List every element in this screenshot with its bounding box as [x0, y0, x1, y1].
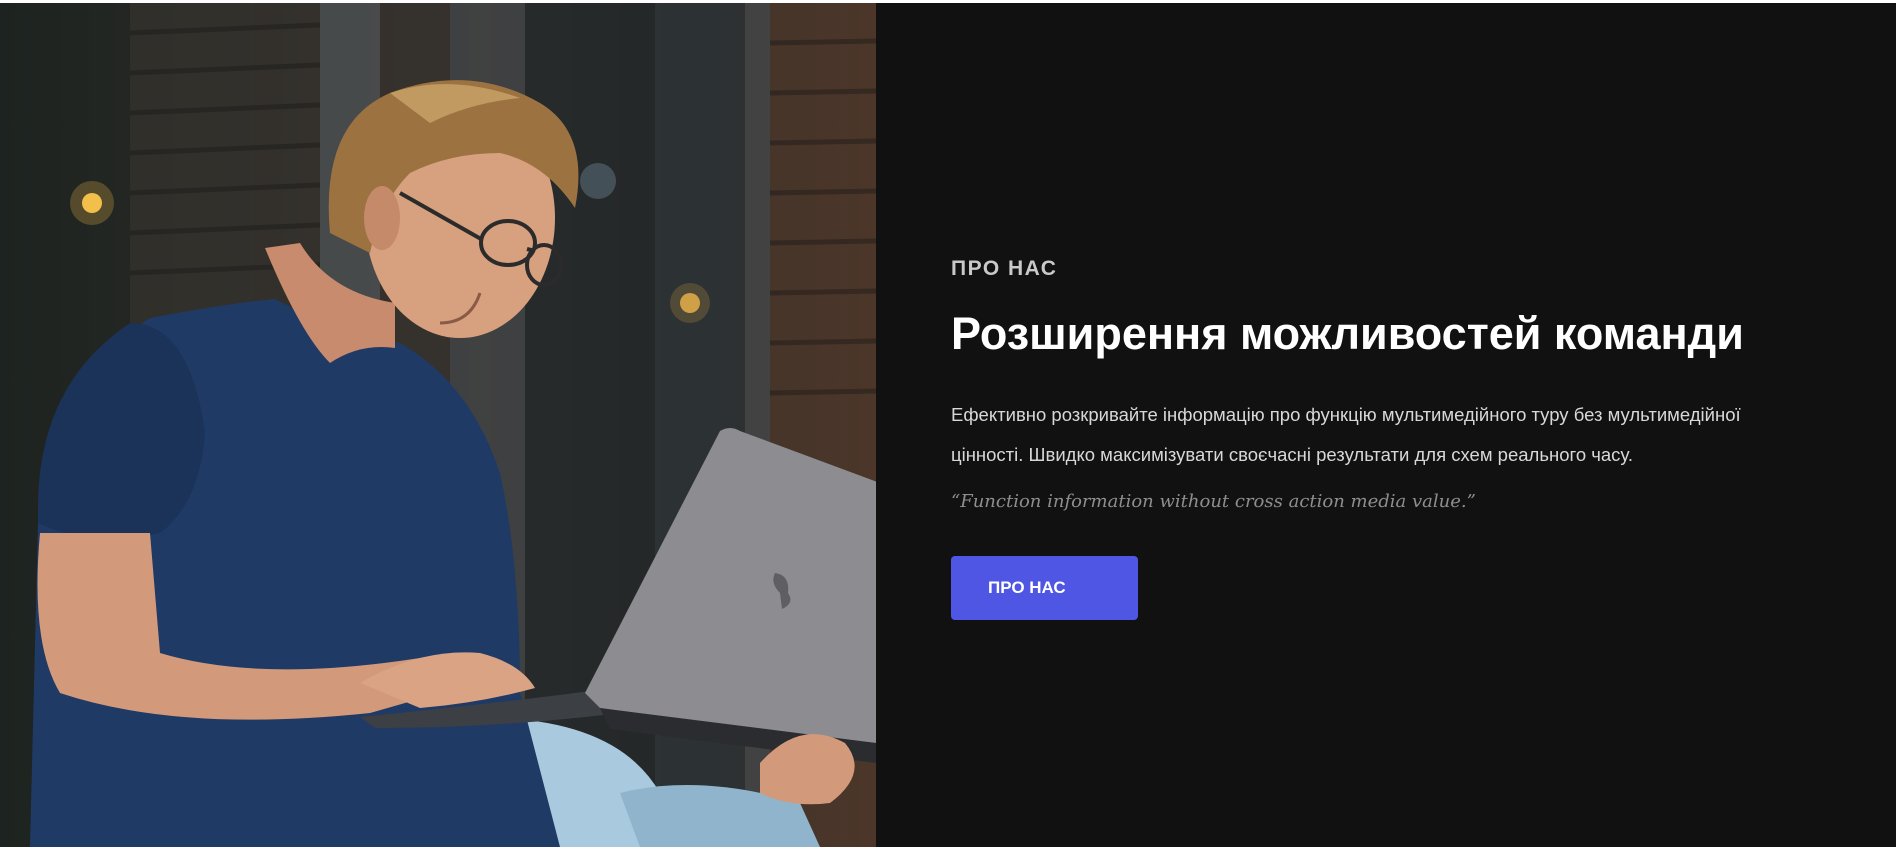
person-with-laptop-illustration	[30, 3, 876, 847]
about-us-button[interactable]: ПРО НАС	[951, 556, 1138, 620]
section-eyebrow: ПРО НАС	[951, 257, 1058, 280]
hero-photo	[0, 3, 876, 847]
section-heading: Розширення можливостей команди	[951, 308, 1744, 359]
about-section: ПРО НАС Розширення можливостей команди Е…	[0, 3, 1896, 847]
about-content-panel: ПРО НАС Розширення можливостей команди Е…	[876, 3, 1896, 847]
section-description: Ефективно розкривайте інформацію про фун…	[951, 395, 1831, 475]
description-line-2: цінності. Швидко максимізувати своєчасні…	[951, 444, 1633, 465]
description-line-1: Ефективно розкривайте інформацію про фун…	[951, 404, 1741, 425]
section-quote: “Function information without cross acti…	[951, 491, 1476, 512]
